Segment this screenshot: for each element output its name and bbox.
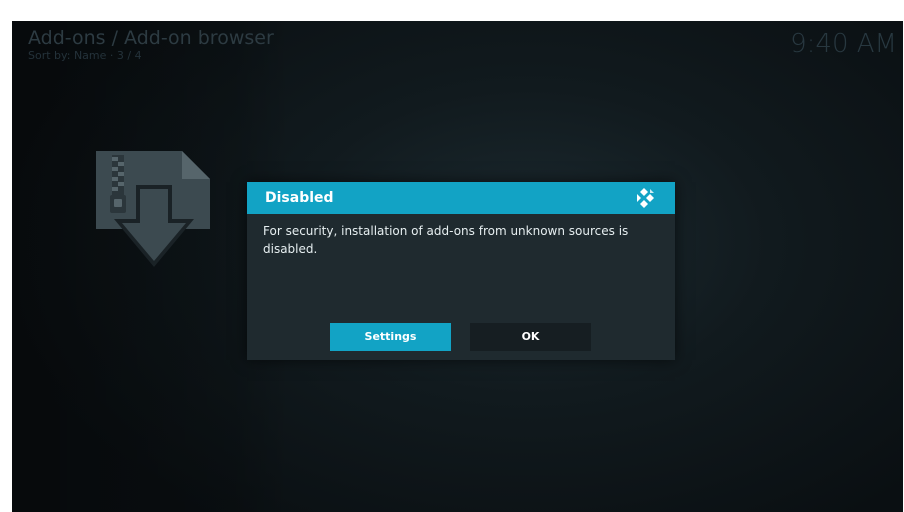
dialog-message: For security, installation of add-ons fr…: [263, 224, 629, 256]
kodi-logo-icon: [637, 188, 654, 208]
ok-button[interactable]: OK: [470, 323, 591, 351]
dialog-header: Disabled: [247, 182, 675, 214]
settings-button[interactable]: Settings: [330, 323, 451, 351]
kodi-screen: Add-ons / Add-on browser Sort by: Name ·…: [12, 21, 903, 512]
breadcrumb: Add-ons / Add-on browser: [28, 27, 274, 49]
clock: 9:40 AM: [790, 29, 897, 59]
zip-download-icon: [96, 151, 210, 267]
disabled-dialog: Disabled For security, installation of a…: [247, 182, 675, 360]
dialog-title: Disabled: [265, 190, 334, 206]
sort-info: Sort by: Name · 3 / 4: [28, 49, 142, 62]
